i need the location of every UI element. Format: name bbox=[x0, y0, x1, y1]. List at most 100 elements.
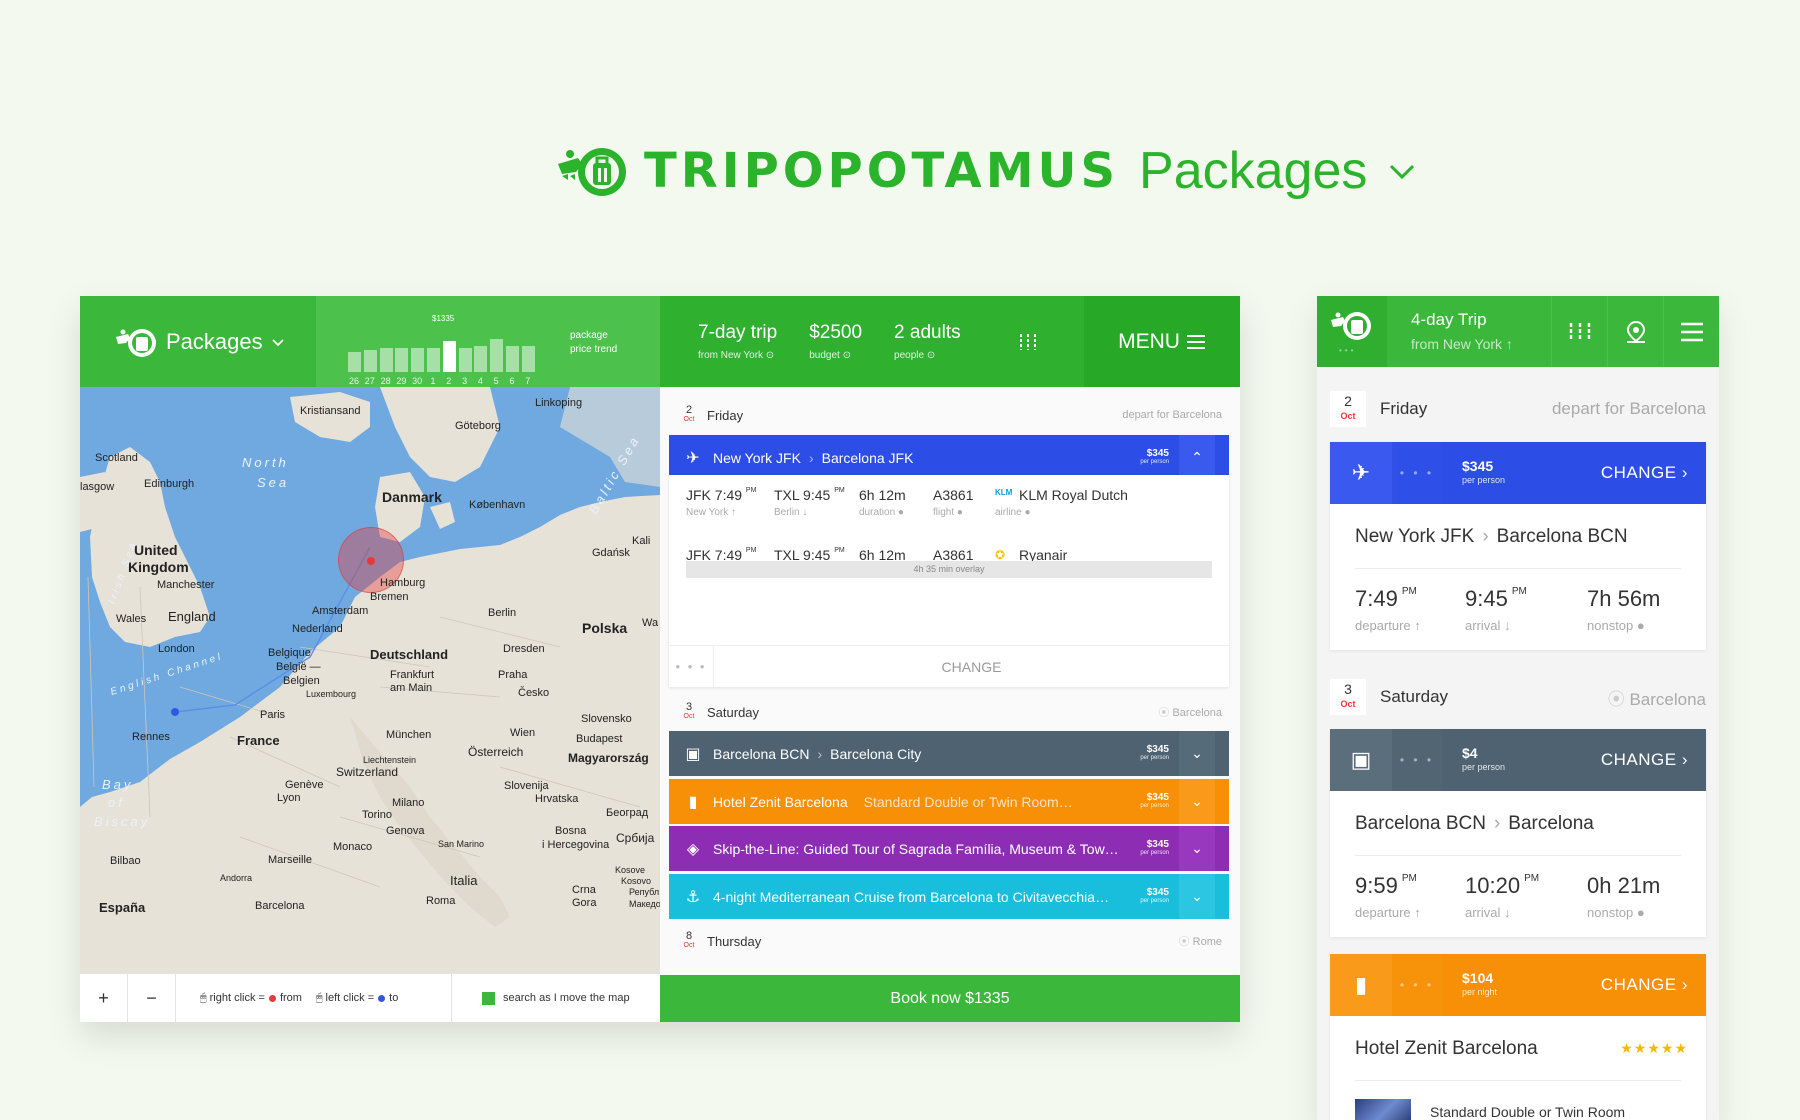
trend-bar[interactable] bbox=[395, 348, 409, 372]
dots-icon: ••• bbox=[1339, 346, 1357, 355]
chevron-down-icon[interactable] bbox=[1387, 156, 1417, 186]
from-label: from bbox=[279, 992, 302, 1004]
airline-label: airline ● bbox=[995, 507, 1031, 518]
more-options-button[interactable]: • • • bbox=[1392, 442, 1442, 504]
day-month: Oct bbox=[683, 713, 695, 720]
destination-marker[interactable] bbox=[171, 708, 179, 716]
trend-bar[interactable] bbox=[348, 352, 361, 372]
trend-bar[interactable] bbox=[458, 348, 472, 372]
route-from: Barcelona BCN bbox=[1355, 813, 1486, 834]
hotel-name: Hotel Zenit Barcelona bbox=[713, 793, 848, 810]
filter-sliders-icon[interactable] bbox=[1017, 331, 1039, 353]
day-name: Friday bbox=[1380, 399, 1428, 418]
price-value: $345 bbox=[1146, 743, 1169, 755]
chevron-down-icon[interactable]: ⌄ bbox=[1179, 826, 1215, 871]
route-separator-icon: › bbox=[808, 449, 814, 466]
chevron-down-icon[interactable]: ⌄ bbox=[1179, 731, 1215, 776]
map-label: Sea bbox=[257, 475, 290, 490]
product-name[interactable]: Packages bbox=[1139, 141, 1367, 201]
price-trend-chart[interactable]: 26 27 28 29 30 1 2 3 4 5 6 7 $1335 package price tr… bbox=[316, 296, 660, 387]
train-card-header[interactable]: ▣ • • • $4 per person CHANGE › bbox=[1330, 729, 1706, 791]
hotel-row[interactable]: ▮ Hotel Zenit Barcelona Standard Double o… bbox=[669, 779, 1229, 824]
menu-button[interactable]: MENU bbox=[1084, 296, 1240, 387]
more-options-button[interactable]: • • • bbox=[1392, 729, 1442, 791]
trend-bar[interactable] bbox=[506, 346, 519, 372]
trend-bar[interactable] bbox=[442, 341, 456, 372]
trend-bar[interactable] bbox=[379, 348, 393, 372]
change-button[interactable]: CHANGE › bbox=[1601, 463, 1706, 483]
price: $345 per person bbox=[1140, 743, 1169, 763]
budget-stat[interactable]: $2500 budget ⊙ bbox=[809, 322, 862, 361]
train-route: Barcelona BCN › Barcelona bbox=[1355, 813, 1594, 835]
people-stat[interactable]: 2 adults people ⊙ bbox=[894, 322, 961, 361]
train-row[interactable]: ▣ Barcelona BCN › Barcelona City $345 per p… bbox=[669, 731, 1229, 776]
search-as-move-toggle[interactable]: search as I move the map bbox=[452, 974, 660, 1023]
map-label: Wales bbox=[116, 613, 147, 625]
trend-bar[interactable] bbox=[521, 346, 535, 372]
divider bbox=[1355, 1080, 1681, 1081]
chevron-up-icon[interactable]: ⌃ bbox=[1179, 435, 1215, 480]
map-label: United bbox=[134, 542, 178, 558]
route-from: New York JFK bbox=[713, 449, 801, 466]
checkbox-icon[interactable] bbox=[482, 991, 495, 1005]
zoom-out-button[interactable]: − bbox=[128, 973, 176, 1022]
flight-card-header[interactable]: ✈ • • • $345 per person CHANGE › bbox=[1330, 442, 1706, 504]
mobile-logo[interactable]: ••• bbox=[1317, 296, 1387, 367]
price-value: $345 bbox=[1146, 447, 1169, 459]
map-label: Србија bbox=[616, 831, 655, 845]
trend-bar[interactable] bbox=[363, 350, 377, 372]
mobile-trip-sub: from New York ↑ bbox=[1411, 336, 1513, 352]
chevron-down-icon[interactable]: ⌄ bbox=[1179, 874, 1215, 919]
chevron-down-icon[interactable]: ⌄ bbox=[1179, 779, 1215, 824]
map-pin-icon[interactable] bbox=[1607, 296, 1663, 367]
map-label: Rennes bbox=[132, 731, 170, 743]
price: $345 per person bbox=[1442, 459, 1601, 487]
time-value: 7:49 bbox=[714, 487, 746, 503]
day-number: 2 bbox=[685, 404, 693, 416]
change-button[interactable]: CHANGE › bbox=[1601, 750, 1706, 770]
day-note-text: Barcelona bbox=[1172, 707, 1222, 719]
origin-marker[interactable] bbox=[367, 557, 375, 565]
mobile-trip-summary[interactable]: 4-day Trip from New York ↑ bbox=[1387, 296, 1551, 367]
map-label: Torino bbox=[362, 809, 392, 821]
trend-day-label: 4 bbox=[477, 376, 483, 386]
map-label: North bbox=[242, 455, 289, 470]
tour-row[interactable]: ◈ Skip-the-Line: Guided Tour of Sagrada … bbox=[669, 826, 1229, 871]
flight-row[interactable]: ✈ New York JFK › Barcelona JFK $345 per per… bbox=[669, 435, 1229, 480]
map-view[interactable]: Kristiansand Linkoping Göteborg Scotland… bbox=[80, 387, 660, 1022]
zoom-in-button[interactable]: + bbox=[80, 973, 128, 1022]
hippo-logo-icon bbox=[116, 328, 156, 357]
book-now-button[interactable]: Book now $1335 bbox=[660, 975, 1240, 1022]
time-period: PM bbox=[745, 487, 757, 494]
day-number: 3 bbox=[1344, 681, 1352, 697]
more-options-button[interactable]: • • • bbox=[669, 646, 714, 687]
mobile-trip-title: 4-day Trip bbox=[1411, 310, 1487, 329]
map-label: Dresden bbox=[503, 643, 545, 655]
brand-header: TRIPOPOTAMUS Packages bbox=[556, 138, 1417, 204]
change-button[interactable]: CHANGE › bbox=[1601, 975, 1706, 995]
map-label: España bbox=[99, 900, 146, 915]
hamburger-icon[interactable] bbox=[1663, 296, 1719, 367]
change-flight-button[interactable]: CHANGE bbox=[714, 646, 1229, 687]
trend-bar[interactable] bbox=[427, 348, 440, 372]
trend-bar[interactable] bbox=[474, 346, 488, 372]
hotel-card-header[interactable]: ▮ • • • $104 per night CHANGE › bbox=[1330, 954, 1706, 1016]
price-value: $345 bbox=[1146, 886, 1169, 898]
cruise-row[interactable]: ⚓ 4-night Mediterranean Cruise from Barc… bbox=[669, 874, 1229, 919]
map-label: België — bbox=[276, 661, 321, 673]
hotel-name: Hotel Zenit Barcelona bbox=[1355, 1038, 1538, 1059]
desktop-app: Packages 26 27 28 29 30 1 2 3 4 5 6 7 $1335 package… bbox=[80, 296, 1240, 1022]
product-switcher[interactable]: Packages bbox=[80, 296, 316, 387]
trend-bar[interactable] bbox=[490, 339, 504, 372]
trend-day-label: 7 bbox=[525, 376, 531, 386]
map-label: Andorra bbox=[220, 873, 253, 883]
more-options-button[interactable]: • • • bbox=[1392, 954, 1442, 1016]
map-label: Budapest bbox=[576, 733, 623, 745]
trend-bar[interactable] bbox=[411, 348, 425, 372]
filter-sliders-icon[interactable] bbox=[1551, 296, 1607, 367]
map-label: Lyon bbox=[277, 792, 301, 804]
trip-length-stat[interactable]: 7-day trip from New York ⊙ bbox=[698, 322, 777, 361]
flight-label: flight ● bbox=[933, 507, 963, 518]
map-label: Kosove bbox=[615, 865, 646, 875]
price-unit: per person bbox=[1462, 475, 1506, 485]
